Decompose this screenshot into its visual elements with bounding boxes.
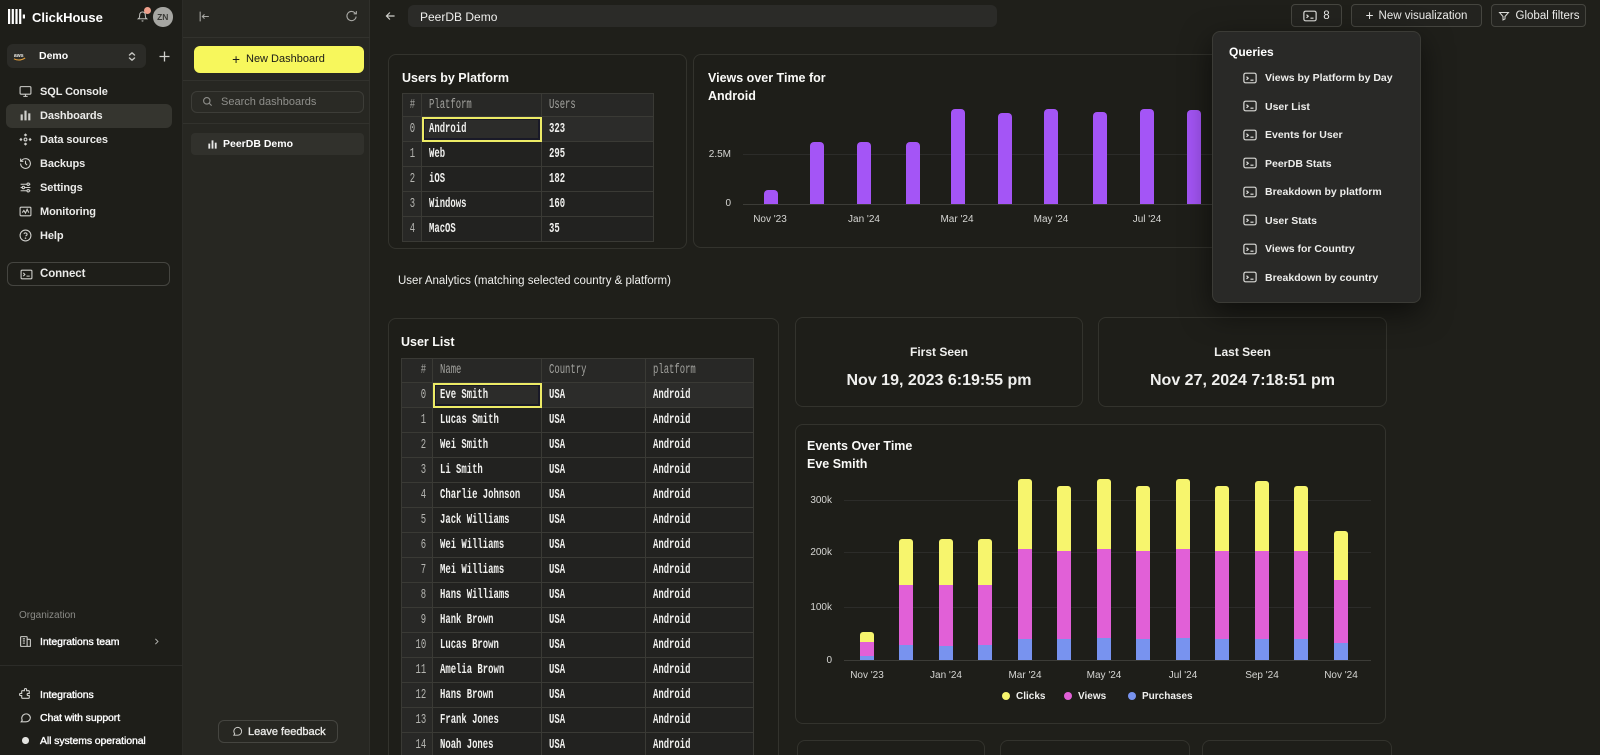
- svg-text:aws: aws: [14, 53, 24, 59]
